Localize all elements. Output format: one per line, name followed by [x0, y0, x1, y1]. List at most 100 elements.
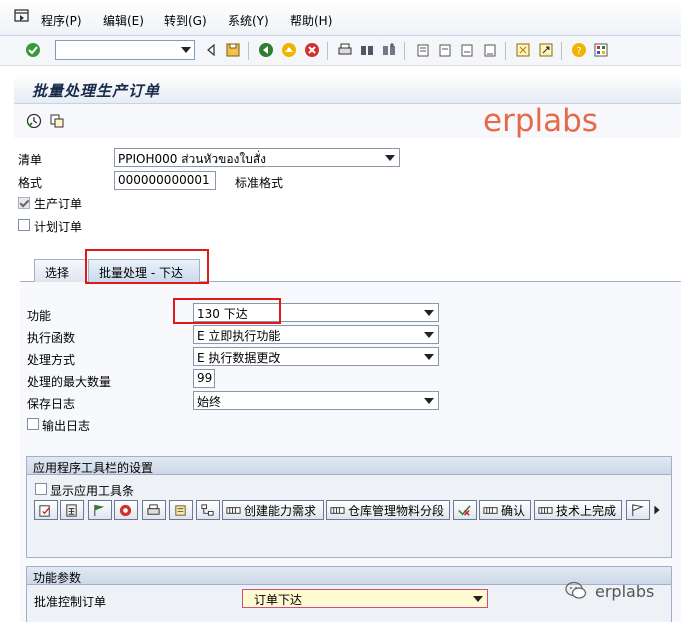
find-button[interactable]	[358, 41, 376, 59]
exit-up-icon	[282, 43, 296, 57]
mass-button-cancel-confirm[interactable]	[453, 500, 477, 520]
release-control-select[interactable]: 订单下达	[242, 589, 488, 608]
execute-function-value: E 立即执行功能	[197, 329, 281, 343]
print-icon	[338, 43, 352, 55]
output-log-label: 输出日志	[42, 419, 91, 433]
show-appbar-checkbox[interactable]	[35, 483, 47, 495]
last-page-button[interactable]	[481, 41, 499, 59]
binoculars-plus-icon	[383, 43, 395, 55]
back-arrow-icon	[259, 43, 273, 57]
save-log-select[interactable]: 始终	[193, 391, 439, 410]
enter-button[interactable]	[24, 41, 42, 59]
chevron-down-icon[interactable]	[424, 332, 434, 338]
chevron-down-icon[interactable]	[424, 398, 434, 404]
menu-bar: 程序(P) 编辑(E) 转到(G) 系统(Y) 帮助(H)	[0, 0, 681, 36]
chevron-down-icon[interactable]	[424, 310, 434, 316]
mass-button-1[interactable]	[34, 500, 58, 520]
brand-watermark: erplabs	[483, 103, 598, 139]
capacity-icon	[538, 506, 553, 514]
mass-button-6[interactable]	[169, 500, 193, 520]
tab-selection[interactable]: 选择	[34, 259, 86, 282]
chevron-down-icon[interactable]	[424, 354, 434, 360]
next-page-button[interactable]	[458, 41, 476, 59]
mass-button-7[interactable]	[196, 500, 220, 520]
list-select[interactable]: PPIOH000 ส่วนหัวของใบสั่ง	[114, 148, 400, 167]
menu-edit[interactable]: 编辑(E)	[103, 12, 144, 29]
layout-menu-button[interactable]	[592, 41, 610, 59]
function-label: 功能	[27, 309, 52, 323]
processing-mode-label: 处理方式	[27, 353, 76, 367]
confirm-button[interactable]: 确认	[479, 500, 531, 520]
capacity-icon	[226, 506, 241, 514]
exit-button[interactable]	[280, 41, 298, 59]
shortcut-button[interactable]	[537, 41, 555, 59]
mass-button-4[interactable]	[114, 500, 138, 520]
print-button[interactable]	[336, 41, 354, 59]
svg-text:?: ?	[576, 46, 581, 57]
list-label: 清单	[18, 153, 43, 167]
max-count-input[interactable]: 99	[193, 369, 215, 388]
release-control-value: 订单下达	[254, 593, 303, 607]
calculator-icon	[66, 503, 77, 517]
create-capacity-req-label: 创建能力需求	[244, 503, 317, 518]
max-count-label: 处理的最大数量	[27, 375, 112, 389]
help-icon: ?	[572, 43, 586, 57]
list-select-value: PPIOH000 ส่วนหัวของใบสั่ง	[118, 152, 267, 166]
appbar-settings-title: 应用程序工具栏的设置	[27, 457, 671, 475]
chevron-down-icon[interactable]	[181, 47, 191, 53]
execute-button[interactable]	[25, 112, 43, 130]
mass-button-flag[interactable]	[626, 500, 650, 520]
command-field[interactable]	[55, 40, 195, 60]
technically-complete-label: 技术上完成	[556, 503, 617, 518]
menu-help[interactable]: 帮助(H)	[290, 12, 332, 29]
output-log-checkbox[interactable]	[27, 418, 39, 430]
chevron-down-icon[interactable]	[385, 155, 395, 161]
wm-staging-button[interactable]: 仓库管理物料分段	[326, 500, 450, 520]
previous-page-button[interactable]	[436, 41, 454, 59]
variant-button[interactable]	[48, 112, 66, 130]
triangle-right-icon	[654, 505, 660, 515]
chevron-down-icon[interactable]	[473, 596, 483, 602]
find-next-button[interactable]	[380, 41, 398, 59]
footer-watermark: erplabs	[563, 579, 654, 603]
menu-program[interactable]: 程序(P)	[41, 12, 82, 29]
help-button[interactable]: ?	[570, 41, 588, 59]
layout-input[interactable]: 000000000001	[114, 171, 216, 190]
back-button[interactable]	[257, 41, 275, 59]
processing-mode-value: E 执行数据更改	[197, 351, 281, 365]
system-menu-icon[interactable]	[14, 9, 30, 23]
triangle-left-icon	[207, 43, 215, 57]
layout-input-value: 000000000001	[118, 173, 210, 187]
document-check-icon	[39, 504, 50, 517]
mass-button-2[interactable]	[60, 500, 84, 520]
new-session-button[interactable]	[514, 41, 532, 59]
technically-complete-button[interactable]: 技术上完成	[534, 500, 622, 520]
execute-function-select[interactable]: E 立即执行功能	[193, 325, 439, 344]
cancel-button[interactable]	[303, 41, 321, 59]
menu-system[interactable]: 系统(Y)	[228, 12, 269, 29]
menu-goto[interactable]: 转到(G)	[164, 12, 207, 29]
create-capacity-req-button[interactable]: 创建能力需求	[222, 500, 324, 520]
planned-order-checkbox[interactable]	[18, 219, 30, 231]
copy-variant-icon	[50, 114, 64, 128]
print-icon	[147, 503, 160, 515]
scroll-right-button[interactable]	[650, 501, 664, 519]
execute-clock-icon	[26, 113, 42, 129]
cancel-icon	[305, 43, 319, 57]
title-bar: 批量处理生产订单	[14, 74, 681, 104]
standard-toolbar: ?	[0, 36, 681, 66]
processing-mode-select[interactable]: E 执行数据更改	[193, 347, 439, 366]
first-page-button[interactable]	[414, 41, 432, 59]
cancel-confirm-icon	[458, 504, 471, 516]
mass-button-3[interactable]	[88, 500, 112, 520]
save-button[interactable]	[224, 41, 242, 59]
toolbar-separator	[505, 42, 506, 60]
footer-brand-text: erplabs	[595, 581, 655, 601]
capacity-icon	[483, 506, 498, 514]
collapse-command-button[interactable]	[202, 41, 220, 59]
hierarchy-icon	[201, 503, 214, 516]
execute-function-label: 执行函数	[27, 331, 76, 345]
wechat-icon	[565, 581, 587, 599]
mass-button-5[interactable]	[142, 500, 166, 520]
wm-staging-label: 仓库管理物料分段	[348, 503, 445, 518]
